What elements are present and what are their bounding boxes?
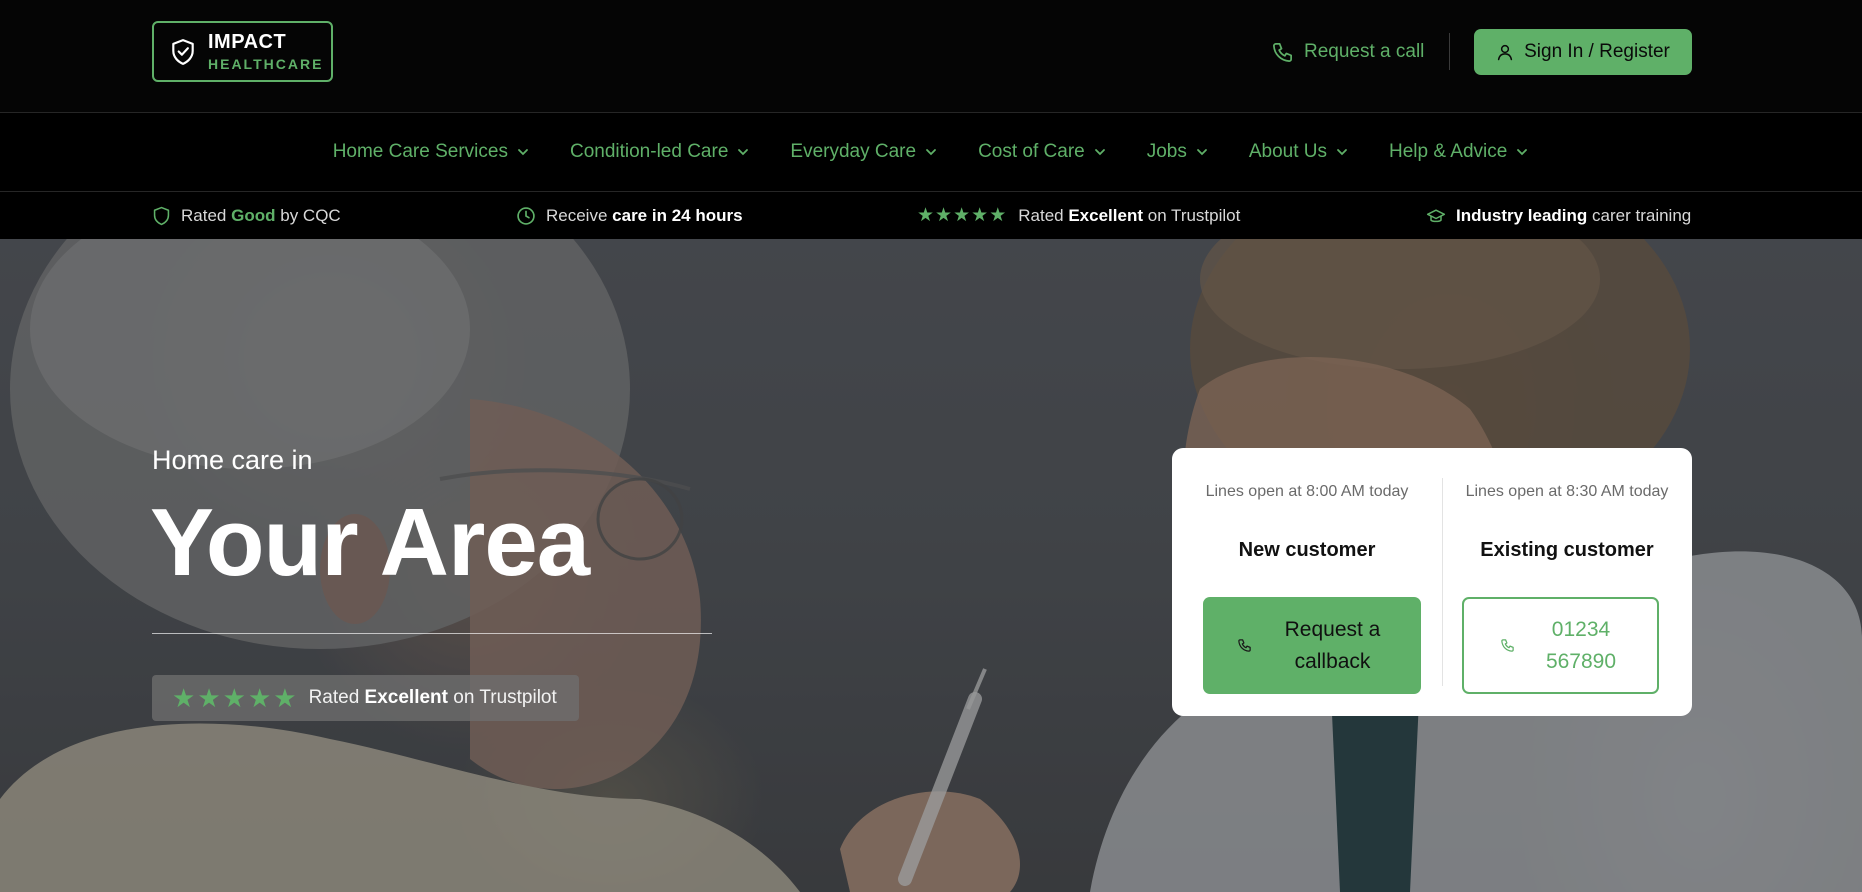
trust-item-cqc: Rated Good by CQC: [152, 192, 341, 239]
clock-icon: [517, 206, 535, 225]
request-callback-button[interactable]: Request a callback: [1203, 597, 1421, 694]
trust-text-bold: Good: [231, 205, 276, 225]
trust-item-trustpilot: ★ ★ ★ ★ ★ Rated Excellent on Trustpilot: [917, 192, 1240, 239]
badge-text-bold: Excellent: [364, 687, 448, 708]
new-customer-panel: Lines open at 8:00 AM today New customer…: [1172, 448, 1442, 716]
star-rating: ★ ★ ★ ★ ★: [917, 206, 1007, 225]
star-icon: ★: [247, 683, 272, 713]
phone-icon: [1237, 639, 1251, 652]
phone-icon: [1501, 639, 1514, 652]
nav-item-about-us[interactable]: About Us: [1249, 141, 1349, 163]
star-icon: ★: [917, 205, 935, 226]
header-divider: [1449, 33, 1450, 70]
request-call-label: Request a call: [1304, 41, 1425, 62]
existing-customer-hours: Lines open at 8:30 AM today: [1465, 483, 1669, 500]
star-icon: ★: [172, 683, 196, 713]
chevron-down-icon: [738, 149, 749, 156]
trust-strip: Rated Good by CQC Receive care in 24 hou…: [0, 192, 1862, 239]
top-header: IMPACT HEALTHCARE Request a call Sign In…: [0, 0, 1862, 113]
nav-item-label: Help & Advice: [1389, 141, 1508, 162]
star-icon: ★: [989, 205, 1007, 226]
nav-item-label: Jobs: [1146, 141, 1187, 162]
chevron-down-icon: [1337, 149, 1347, 156]
shield-icon: [153, 206, 170, 225]
star-icon: ★: [953, 205, 971, 226]
request-callback-label: Request a callback: [1284, 617, 1381, 673]
hero-section: Home care in Your Area ★ ★ ★ ★ ★ Rated Excel…: [0, 239, 1862, 892]
star-icon: ★: [222, 683, 246, 713]
request-call-link[interactable]: Request a call: [1271, 36, 1424, 68]
star-icon: ★: [273, 683, 297, 713]
star-rating: ★ ★ ★ ★ ★: [172, 685, 299, 711]
star-icon: ★: [971, 205, 989, 226]
nav-item-cost-of-care[interactable]: Cost of Care: [978, 141, 1107, 163]
trust-text: Rated: [1018, 205, 1064, 225]
nav-item-label: Cost of Care: [978, 141, 1085, 162]
trust-text-bold: Excellent: [1068, 205, 1143, 225]
chevron-down-icon: [1196, 149, 1207, 156]
nav-item-label: About Us: [1248, 141, 1328, 162]
chevron-down-icon: [1094, 149, 1105, 156]
nav-item-home-care-services[interactable]: Home Care Services: [333, 141, 530, 163]
chevron-down-icon: [518, 149, 528, 156]
user-icon: [1498, 44, 1513, 61]
trust-item-training: Industry leading carer training: [1426, 192, 1691, 239]
trust-text: Receive: [546, 205, 608, 225]
hero-subtitle: Home care in: [152, 445, 313, 475]
nav-item-label: Home Care Services: [332, 141, 508, 162]
chevron-down-icon: [1517, 149, 1528, 156]
sign-in-label: Sign In / Register: [1524, 41, 1670, 62]
nav-item-label: Condition-led Care: [569, 141, 729, 162]
new-customer-title: New customer: [1238, 539, 1376, 561]
badge-text: on Trustpilot: [453, 687, 557, 708]
new-customer-hours: Lines open at 8:00 AM today: [1205, 483, 1409, 500]
trust-text: Rated: [181, 205, 227, 225]
nav-item-jobs[interactable]: Jobs: [1147, 141, 1209, 163]
phone-number-button[interactable]: 01234 567890: [1462, 597, 1659, 694]
existing-customer-title: Existing customer: [1480, 539, 1654, 561]
shield-check-icon: [172, 38, 194, 65]
sign-in-register-button[interactable]: Sign In / Register: [1474, 29, 1692, 75]
phone-icon: [1273, 42, 1292, 62]
nav-item-help-advice[interactable]: Help & Advice: [1389, 141, 1529, 163]
trust-text-bold: care in 24 hours: [612, 205, 743, 225]
trust-text: carer training: [1592, 205, 1692, 225]
trust-item-24-hours: Receive care in 24 hours: [516, 192, 743, 239]
trustpilot-rating-badge: ★ ★ ★ ★ ★ Rated Excellent on Trustpilot: [152, 675, 579, 721]
star-icon: ★: [935, 205, 953, 226]
trust-text-bold: Industry leading: [1456, 205, 1588, 225]
hero-divider: [152, 633, 712, 634]
hero-title: Your Area: [150, 489, 590, 596]
logo-name: IMPACT: [208, 31, 287, 53]
star-icon: ★: [197, 683, 221, 713]
contact-card: Lines open at 8:00 AM today New customer…: [1172, 448, 1692, 716]
badge-text: Rated: [308, 687, 360, 708]
nav-item-condition-led-care[interactable]: Condition-led Care: [570, 141, 750, 163]
trust-text: by CQC: [280, 205, 341, 225]
chevron-down-icon: [926, 149, 936, 156]
logo[interactable]: IMPACT HEALTHCARE: [152, 21, 333, 82]
nav-item-label: Everyday Care: [790, 141, 917, 162]
graduation-cap-icon: [1426, 208, 1446, 222]
trust-text: on Trustpilot: [1147, 205, 1241, 225]
logo-tagline: HEALTHCARE: [208, 56, 324, 72]
nav-item-everyday-care[interactable]: Everyday Care: [790, 141, 938, 163]
existing-customer-panel: Lines open at 8:30 AM today Existing cus…: [1442, 448, 1692, 716]
phone-number-label: 01234 567890: [1545, 617, 1617, 673]
main-nav: Home Care Services Condition-led Care Ev…: [0, 113, 1862, 192]
